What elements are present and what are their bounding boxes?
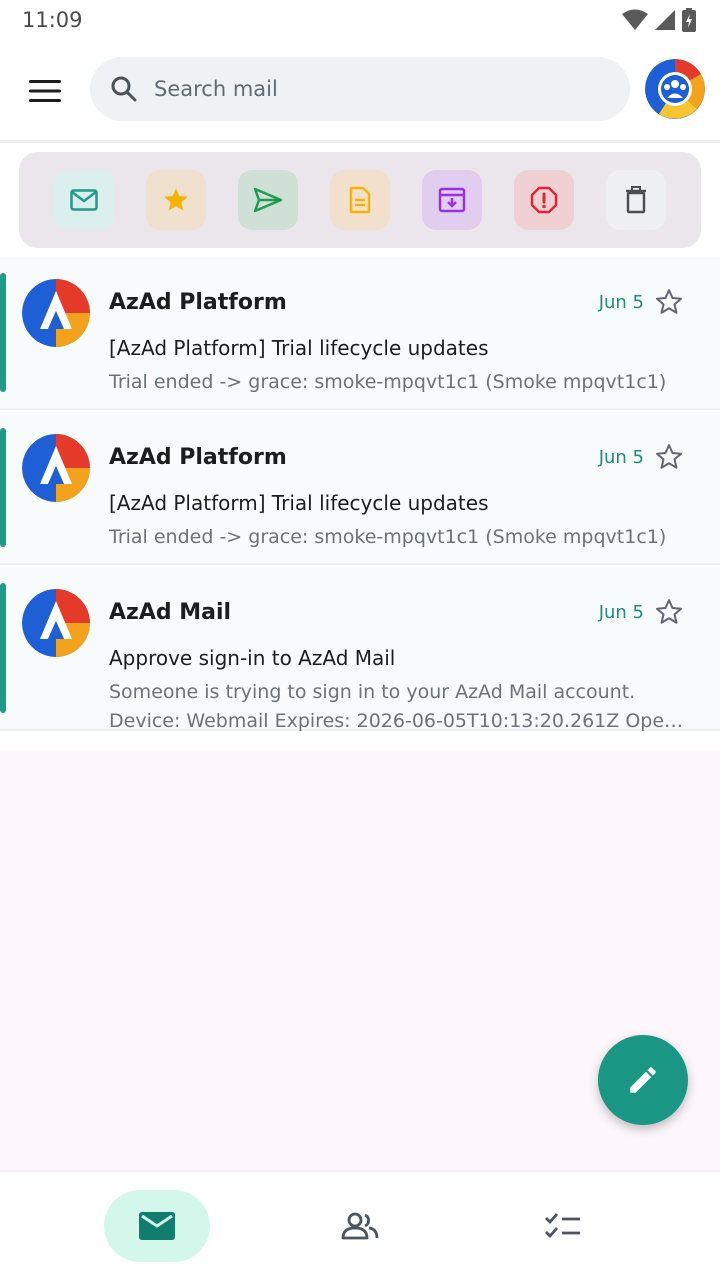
unread-indicator [0,583,6,713]
mail-subject: [AzAd Platform] Trial lifecycle updates [109,491,489,515]
trash-icon [626,186,646,214]
mail-date: Jun 5 [598,602,644,623]
menu-button[interactable] [22,72,68,110]
folder-archive-button[interactable] [422,170,482,230]
bottom-nav [0,1170,720,1280]
mail-subject: [AzAd Platform] Trial lifecycle updates [109,336,489,360]
sender-name: AzAd Mail [109,600,232,625]
account-avatar[interactable] [645,59,705,119]
mail-date: Jun 5 [598,292,644,313]
azad-logo-icon [22,589,90,657]
sender-name: AzAd Platform [109,445,287,470]
unread-indicator [0,273,6,392]
menu-icon [29,80,61,102]
mail-icon [139,1212,175,1240]
folder-sent-button[interactable] [238,170,298,230]
folder-trash-button[interactable] [606,170,666,230]
compose-button[interactable] [598,1035,688,1125]
sender-avatar [22,434,90,502]
mail-subject: Approve sign-in to AzAd Mail [109,646,396,670]
star-toggle-icon[interactable] [654,442,684,472]
nav-contacts[interactable] [307,1190,413,1262]
signal-icon [655,10,675,30]
azad-logo-icon [22,434,90,502]
search-bar[interactable] [90,57,630,121]
nav-mail[interactable] [104,1190,210,1262]
checklist-icon [545,1213,580,1239]
star-toggle-icon[interactable] [654,287,684,317]
mail-date: Jun 5 [598,447,644,468]
search-icon [111,76,137,102]
mail-snippet: Trial ended -> grace: smoke-mpqvt1c1 (Sm… [109,526,667,548]
azad-logo-icon [22,279,90,347]
star-toggle-icon[interactable] [654,597,684,627]
unread-indicator [0,428,6,547]
document-icon [349,186,371,214]
folder-starred-button[interactable] [146,170,206,230]
mail-list: AzAd Platform Jun 5 [AzAd Platform] Tria… [0,257,720,733]
send-icon [253,187,283,213]
folder-inbox-button[interactable] [54,170,114,230]
account-logo-icon [645,59,705,119]
sender-avatar [22,589,90,657]
wifi-icon [622,9,648,30]
mail-item[interactable]: AzAd Platform Jun 5 [AzAd Platform] Tria… [0,257,720,410]
top-divider [0,140,720,143]
star-icon [164,188,188,211]
mail-snippet: Trial ended -> grace: smoke-mpqvt1c1 (Sm… [109,371,667,393]
pencil-icon [630,1067,656,1093]
battery-icon [682,8,696,32]
archive-icon [438,187,466,213]
people-icon [341,1212,379,1240]
mail-item[interactable]: AzAd Mail Jun 5 Approve sign-in to AzAd … [0,567,720,732]
mail-icon [70,189,98,211]
sender-name: AzAd Platform [109,290,287,315]
folder-drafts-button[interactable] [330,170,390,230]
nav-tasks[interactable] [510,1190,616,1262]
status-bar: 11:09 [0,0,720,40]
mail-snippet: Someone is trying to sign in to your AzA… [109,681,677,732]
folder-spam-button[interactable] [514,170,574,230]
folder-strip [19,152,701,248]
status-time: 11:09 [22,8,83,32]
mail-item[interactable]: AzAd Platform Jun 5 [AzAd Platform] Tria… [0,412,720,565]
status-icons [622,8,696,32]
top-bar [0,42,720,140]
sender-avatar [22,279,90,347]
search-input[interactable] [154,77,574,101]
alert-icon [530,186,558,214]
